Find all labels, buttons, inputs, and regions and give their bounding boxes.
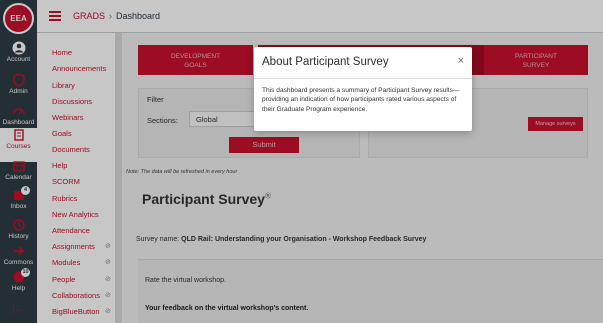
modal-title: About Participant Survey — [262, 56, 389, 68]
modal-body: This dashboard presents a summary of Par… — [262, 87, 460, 113]
modal-header: About Participant Survey × — [254, 47, 472, 79]
about-survey-modal: About Participant Survey × This dashboar… — [254, 47, 472, 131]
close-icon[interactable]: × — [458, 55, 464, 67]
